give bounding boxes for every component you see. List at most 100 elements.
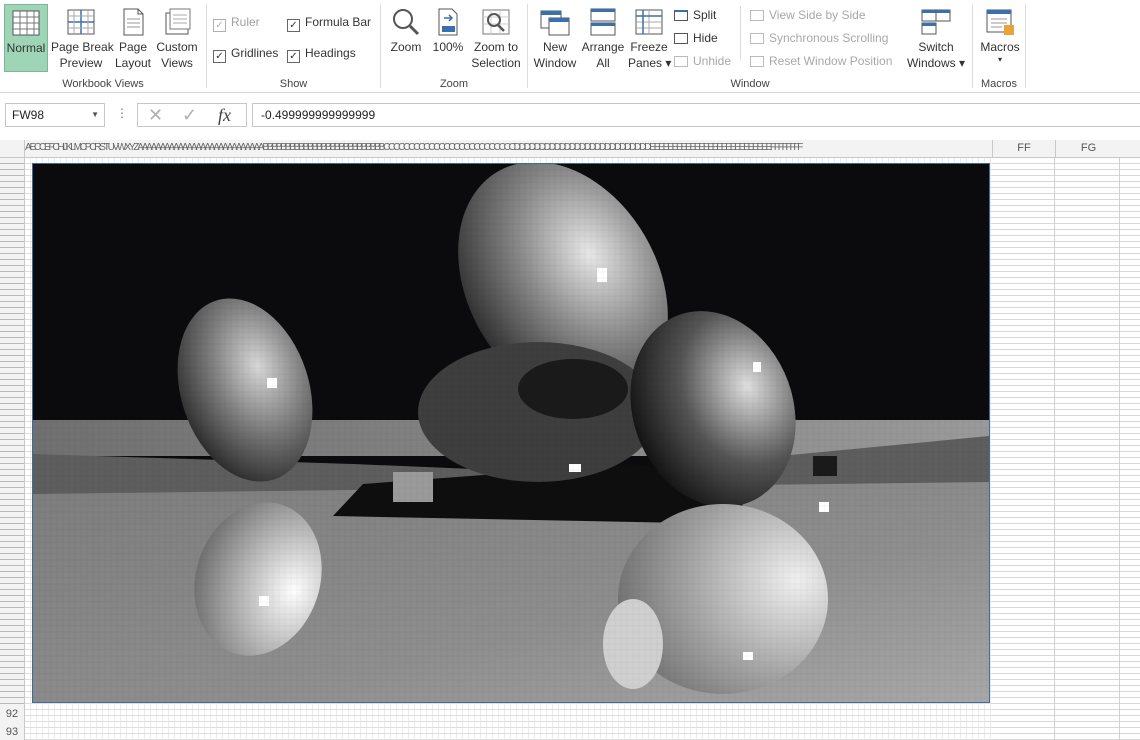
formula-bar-label: Formula Bar [305,15,372,29]
view-side-by-side-button[interactable]: View Side by Side [750,6,866,24]
group-label-window: Window [730,78,770,90]
unhide-label: Unhide [693,54,732,68]
zoom-label: Zoom [390,40,422,54]
switch-windows-label-2: Windows ▾ [906,56,966,70]
ruler-checkbox[interactable]: ✓ Ruler [213,14,260,32]
arrange-all-label-2: All [596,56,610,70]
reset-window-position-button[interactable]: Reset Window Position [750,52,892,70]
row-headers: 92 93 [0,158,25,740]
scene-drawing [33,164,989,702]
group-label-workbook-views: Workbook Views [62,78,144,90]
name-box-value: FW98 [12,108,45,122]
view-side-label: View Side by Side [769,8,866,22]
separator [740,6,741,60]
column-header-ff[interactable]: FF [992,140,1055,157]
wide-columns-area[interactable] [993,158,1140,740]
switch-windows-icon [921,9,951,35]
split-icon [674,10,688,21]
row-header-93[interactable]: 93 [0,726,24,740]
new-window-button[interactable]: New Window [532,4,578,72]
rendered-scene-image[interactable] [32,163,990,703]
check-icon: ✓ [287,19,300,32]
split-button[interactable]: Split [674,6,716,24]
switch-windows-button[interactable]: Switch Windows ▾ [904,4,968,72]
column-headers: AECCEFCHIJKLMCPCRSTUVWXYZAAAAAAAAAAAAAAA… [0,140,1140,158]
arrange-all-label-1: Arrange [581,40,625,54]
split-label: Split [693,8,717,22]
zoom-selection-label-1: Zoom to [473,40,518,54]
zoom-100-button[interactable]: 100% [429,4,467,72]
reset-position-icon [750,56,764,67]
page-layout-label-1: Page [118,40,148,54]
gridlines-checkbox[interactable]: ✓ Gridlines [213,45,279,63]
switch-windows-label-1: Switch [918,40,954,54]
freeze-panes-button[interactable]: Freeze Panes ▾ [628,4,672,72]
page-break-label-2: Preview [59,56,103,70]
row-header-92[interactable]: 92 [0,708,24,723]
hide-button[interactable]: Hide [674,29,718,47]
arrange-all-button[interactable]: Arrange All [580,4,626,72]
new-window-label-1: New [542,40,567,54]
new-window-icon [540,10,570,36]
macros-icon [986,9,1014,35]
group-label-show: Show [279,78,308,90]
chevron-down-icon[interactable]: ▼ [91,104,99,126]
headings-label: Headings [305,46,356,60]
zoom-100-label: 100% [432,40,464,54]
synchronous-scrolling-button[interactable]: Synchronous Scrolling [750,29,888,47]
enter-icon[interactable]: ✓ [182,105,197,126]
column-divider [1119,158,1120,740]
page-layout-button[interactable]: Page Layout [113,4,153,72]
name-box[interactable]: FW98 ▼ [5,103,105,127]
insert-function-icon[interactable]: fx [218,105,231,126]
magnifier-icon [393,9,420,36]
page-break-label-1: Page Break [51,40,114,54]
sync-scroll-icon [750,33,764,44]
check-icon: ✓ [213,19,226,32]
zoom-selection-label-2: Selection [471,56,521,70]
formula-buttons: ✕ ✓ fx [137,103,247,127]
formula-input[interactable]: -0.499999999999999 [252,103,1140,127]
page-break-preview-button[interactable]: Page Break Preview [51,4,114,72]
column-divider [1054,158,1055,740]
unhide-button[interactable]: Unhide [674,52,731,70]
cancel-icon[interactable]: ✕ [148,105,163,126]
reset-pos-label: Reset Window Position [769,54,893,68]
custom-views-label-1: Custom [156,40,198,54]
zoom-to-selection-button[interactable]: Zoom to Selection [469,4,523,72]
macros-button[interactable]: Macros ▾ [977,4,1023,72]
zoom-selection-icon [482,9,510,35]
headings-checkbox[interactable]: ✓ Headings [287,45,356,63]
ribbon: Normal Page Break Preview Page Layout Cu… [0,0,1140,93]
gridlines-label: Gridlines [231,46,279,60]
formula-bar: FW98 ▼ ⋮ ✕ ✓ fx -0.499999999999999 [0,100,1140,132]
freeze-panes-label-2: Panes ▾ [628,56,672,70]
custom-views-icon [165,8,191,35]
normal-view-button[interactable]: Normal [4,4,48,72]
freeze-panes-icon [635,9,663,35]
formula-bar-checkbox[interactable]: ✓ Formula Bar [287,14,372,32]
normal-view-icon [12,10,40,36]
normal-label: Normal [6,41,46,55]
macros-label-1: Macros [980,40,1020,54]
tiny-column-headers: AECCEFCHIJKLMCPCRSTUVWXYZAAAAAAAAAAAAAAA… [25,142,803,153]
column-header-fg[interactable]: FG [1055,140,1121,157]
check-icon: ✓ [213,50,226,63]
page-break-preview-icon [67,9,95,35]
sync-scroll-label: Synchronous Scrolling [769,31,889,45]
hide-icon [674,33,688,44]
group-zoom: Zoom 100% Zoom to Selection Zoom [381,0,527,92]
custom-views-button[interactable]: Custom Views [155,4,199,72]
unhide-icon [674,56,688,67]
page-layout-label-2: Layout [114,56,152,70]
more-options-icon: ⋮ [116,106,128,120]
separator [1025,4,1026,88]
side-by-side-icon [750,10,764,21]
check-icon: ✓ [287,50,300,63]
select-all-corner[interactable] [0,140,25,157]
zoom-button[interactable]: Zoom [385,4,427,72]
group-label-zoom: Zoom [439,78,469,90]
group-window: New Window Arrange All Freeze Panes ▾ Sp… [528,0,972,92]
freeze-panes-label-1: Freeze [630,40,668,54]
page-layout-icon [123,8,144,36]
